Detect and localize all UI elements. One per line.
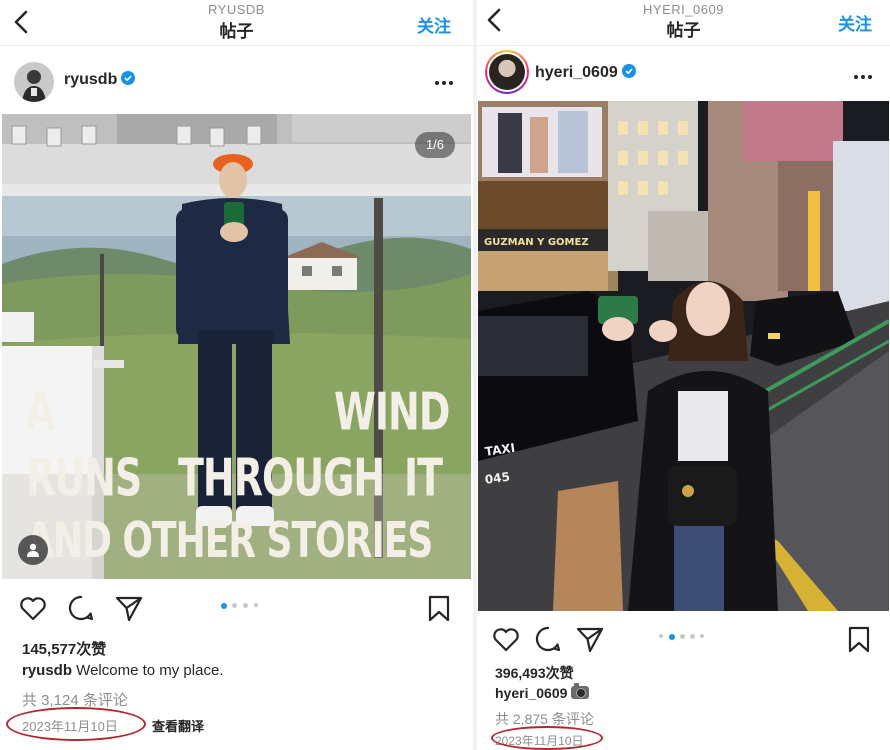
post-action-bar [477, 622, 890, 662]
post-screen-hyeri: HYERI_0609 帖子 关注 hyeri_0609 TAXI 045 GUZ… [477, 0, 890, 750]
avatar-inner [487, 52, 527, 92]
carousel-dot [680, 634, 685, 639]
save-button[interactable] [844, 624, 874, 654]
avatar[interactable] [485, 50, 529, 94]
carousel-indicator [659, 633, 719, 640]
follow-button[interactable]: 关注 [417, 12, 451, 37]
share-button[interactable] [114, 593, 144, 623]
carousel-dot [232, 603, 237, 608]
overlay-word: A [26, 382, 55, 442]
top-navigation-bar: HYERI_0609 帖子 关注 [477, 0, 890, 46]
username-text: ryusdb [64, 71, 118, 88]
follow-button[interactable]: 关注 [838, 10, 872, 35]
comment-bubble-icon [68, 595, 94, 621]
overlay-word: WIND [334, 382, 450, 442]
save-button[interactable] [424, 593, 454, 623]
gallery-mirror-selfie-image [2, 114, 471, 579]
top-navigation-bar: RYUSDB 帖子 关注 [0, 0, 473, 46]
more-options-button[interactable] [433, 72, 457, 86]
header-account-name: HYERI_0609 [643, 2, 724, 17]
tagged-people-button[interactable] [18, 535, 48, 565]
paper-plane-icon [576, 627, 604, 653]
date-highlight-circle [491, 726, 603, 750]
overlay-word: THROUGH [178, 448, 385, 508]
verified-badge-icon [621, 64, 636, 78]
comment-bubble-icon [535, 626, 561, 652]
caption-username[interactable]: hyeri_0609 [495, 685, 567, 701]
post-username[interactable]: hyeri_0609 [535, 64, 636, 82]
overlay-word: AND OTHER STORIES [26, 514, 433, 570]
avatar[interactable] [14, 62, 54, 102]
dot [853, 75, 858, 79]
image-counter: 1/6 [415, 132, 455, 158]
post-screen-ryusdb: RYUSDB 帖子 关注 ryusdb 1/6 A WIND RUNS THRO… [0, 0, 473, 750]
caption-text: Welcome to my place. [72, 662, 224, 679]
like-button[interactable] [18, 593, 48, 623]
page-title: 帖子 [219, 22, 254, 41]
like-count[interactable]: 396,493次赞 [495, 663, 574, 683]
comment-button[interactable] [533, 624, 563, 654]
carousel-dot [690, 634, 695, 639]
comment-button[interactable] [66, 593, 96, 623]
carousel-dot [669, 633, 675, 640]
carousel-dot [243, 603, 248, 608]
profile-photo [14, 62, 54, 102]
profile-photo [489, 54, 525, 90]
more-options-button[interactable] [852, 66, 876, 80]
overlay-word: RUNS [26, 448, 142, 508]
post-author-row: ryusdb [0, 58, 473, 106]
post-action-bar [0, 590, 473, 630]
dot [867, 75, 872, 79]
date-highlight-circle [6, 707, 146, 741]
camera-flash-icon [571, 683, 590, 699]
like-count[interactable]: 145,577次赞 [22, 638, 106, 659]
like-button[interactable] [491, 624, 521, 654]
share-button[interactable] [575, 624, 605, 654]
post-caption: hyeri_0609 [495, 683, 590, 701]
night-street-photo [478, 101, 889, 611]
bookmark-icon [428, 595, 450, 622]
post-photo[interactable]: TAXI 045 GUZMAN Y GOMEZ [478, 101, 889, 611]
see-translation-link[interactable]: 查看翻译 [152, 716, 204, 735]
store-sign: GUZMAN Y GOMEZ [484, 237, 589, 248]
username-text: hyeri_0609 [535, 64, 618, 81]
carousel-indicator [221, 602, 281, 609]
dot [860, 75, 865, 79]
header-account-name: RYUSDB [208, 2, 265, 17]
page-title: 帖子 [666, 21, 701, 40]
person-icon [27, 543, 39, 557]
caption-username[interactable]: ryusdb [22, 662, 72, 679]
carousel-dot [700, 634, 704, 638]
dot [441, 81, 446, 85]
post-author-row: hyeri_0609 [477, 50, 890, 100]
carousel-dot [659, 634, 663, 638]
post-photo[interactable]: 1/6 A WIND RUNS THROUGH IT AND OTHER STO… [2, 114, 471, 579]
carousel-dot [221, 602, 227, 609]
dot [434, 81, 439, 85]
heart-icon [493, 628, 519, 652]
dot [448, 81, 453, 85]
overlay-word: IT [404, 448, 443, 508]
bookmark-icon [848, 626, 870, 653]
verified-badge-icon [121, 71, 136, 85]
heart-icon [20, 597, 46, 621]
paper-plane-icon [115, 596, 143, 622]
carousel-dot [254, 603, 258, 607]
post-caption: ryusdb Welcome to my place. [22, 662, 223, 679]
post-username[interactable]: ryusdb [64, 71, 136, 89]
